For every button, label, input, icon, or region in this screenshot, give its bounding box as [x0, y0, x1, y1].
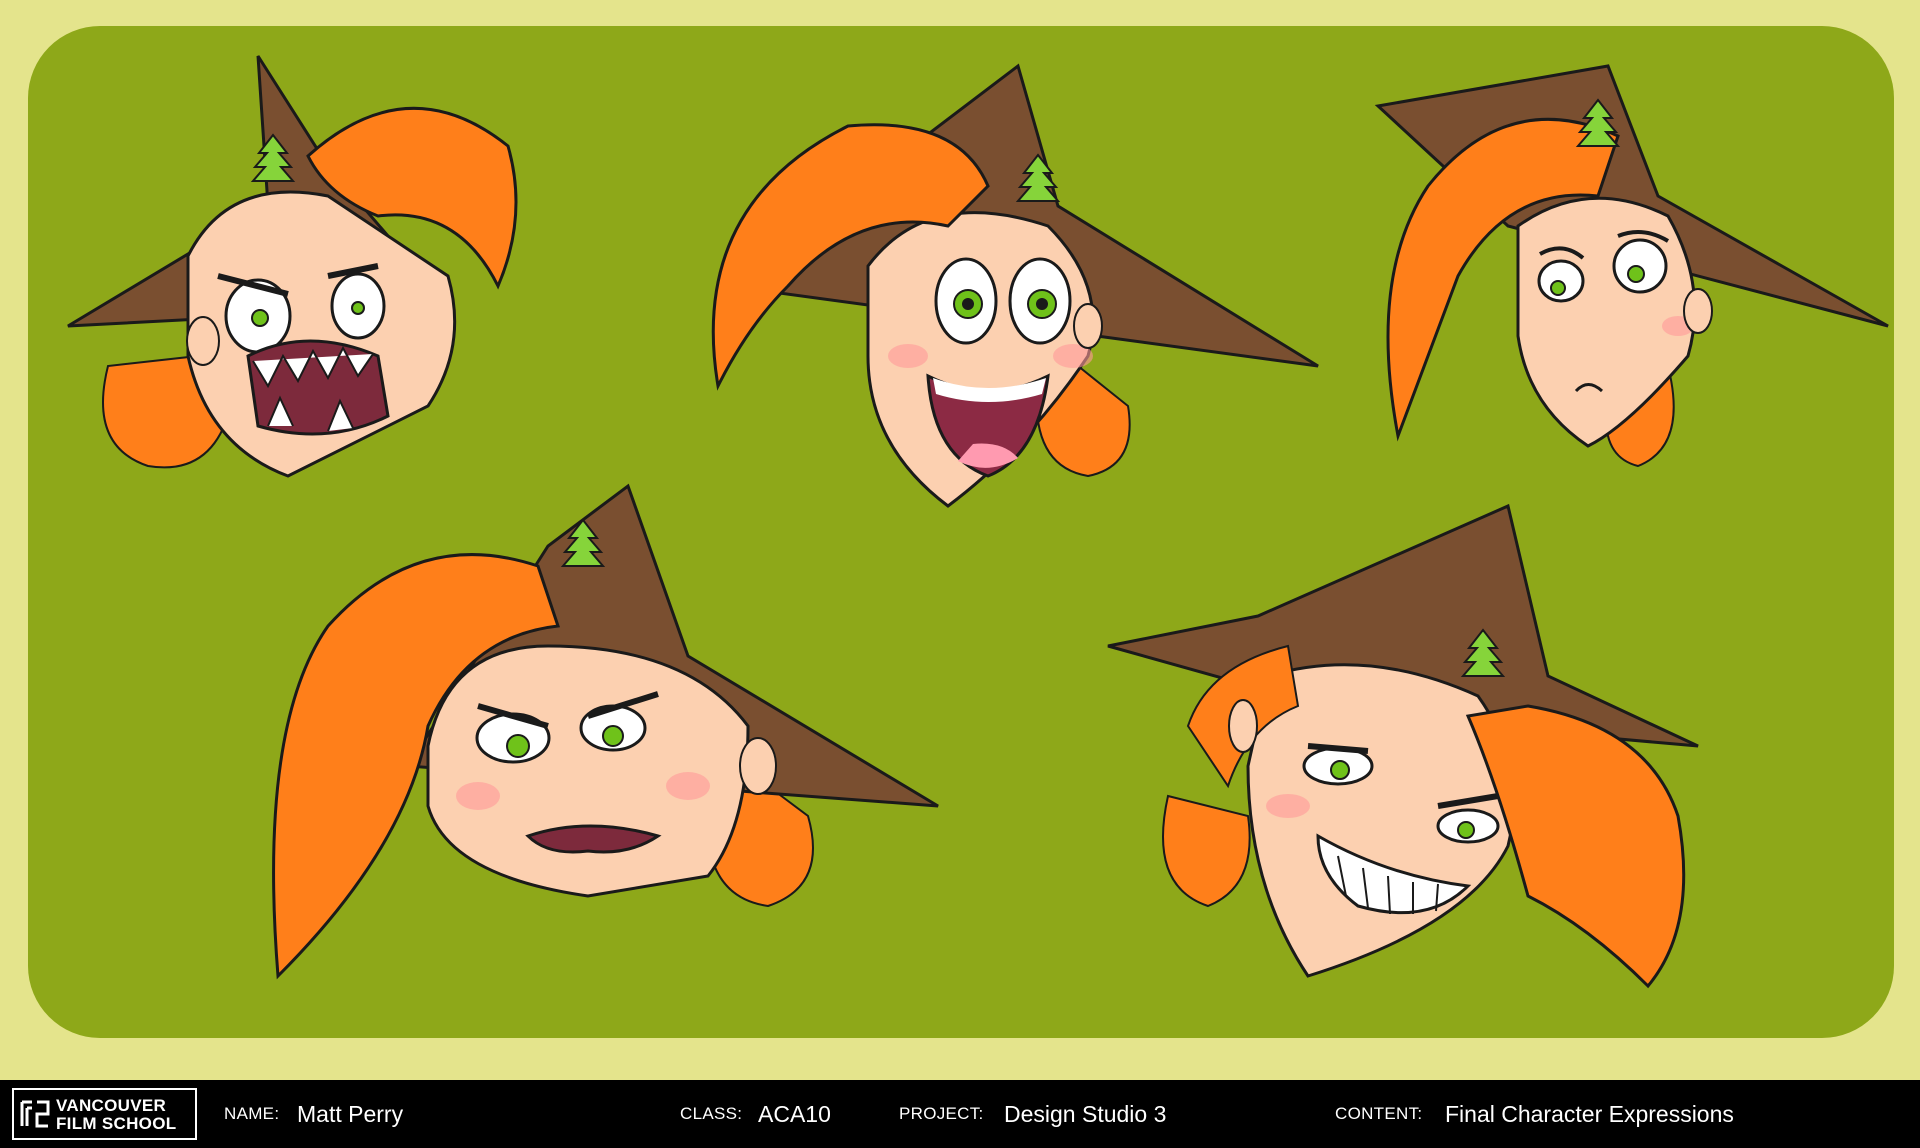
logo-text-line2: FILM SCHOOL: [56, 1114, 177, 1133]
content-label: CONTENT:: [1335, 1104, 1423, 1123]
name-value: Matt Perry: [297, 1101, 404, 1127]
face-angry-shouting: [67, 55, 518, 478]
class-value: ACA10: [758, 1101, 831, 1127]
face-happy: [711, 63, 1319, 508]
character-expressions-artwork: [67, 55, 1889, 989]
vancouver-film-school-logo: VANCOUVER FILM SCHOOL: [12, 1088, 197, 1140]
project-label: PROJECT:: [899, 1104, 984, 1123]
face-mischievous-grin: [1107, 503, 1699, 989]
info-footer: VANCOUVER FILM SCHOOL NAME: Matt Perry C…: [0, 1080, 1920, 1148]
name-label: NAME:: [224, 1104, 280, 1123]
face-grumpy: [272, 483, 939, 980]
artwork-board: [28, 26, 1894, 1038]
face-sad: [1374, 64, 1889, 468]
project-value: Design Studio 3: [1004, 1101, 1167, 1127]
logo-text-line1: VANCOUVER: [56, 1096, 167, 1115]
vfs-logo-icon: [20, 1100, 50, 1128]
class-label: CLASS:: [680, 1104, 743, 1123]
content-value: Final Character Expressions: [1445, 1101, 1734, 1127]
